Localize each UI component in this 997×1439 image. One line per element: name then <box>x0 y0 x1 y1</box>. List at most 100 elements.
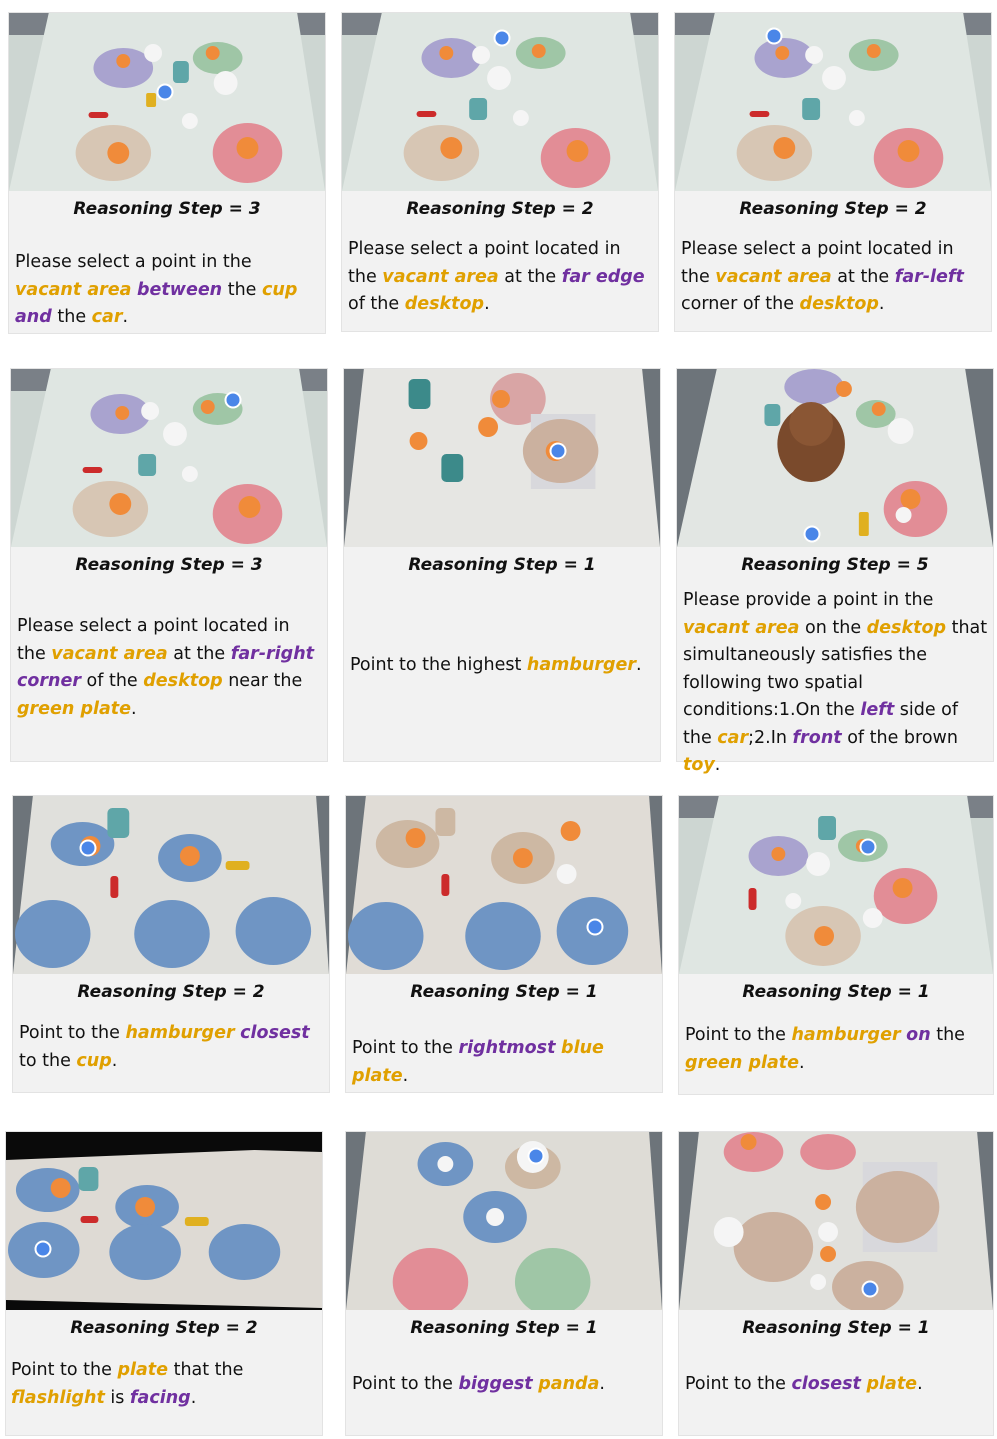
reasoning-step-label: Reasoning Step = 2 <box>70 1318 258 1338</box>
instruction-fragment: . <box>131 698 137 719</box>
object-keyword: desktop <box>143 671 223 691</box>
spatial-keyword: rightmost <box>458 1038 556 1058</box>
reasoning-step-label: Reasoning Step = 1 <box>742 982 930 1002</box>
target-point-marker <box>861 1280 879 1298</box>
target-point-marker <box>859 838 877 856</box>
instruction-fragment: on the <box>799 617 867 638</box>
instruction-fragment: is <box>104 1387 130 1408</box>
object-keyword: cup <box>262 279 298 300</box>
instruction-fragment: . <box>714 755 721 775</box>
object-keyword: car <box>717 727 749 748</box>
instruction-fragment: corner of the <box>681 294 800 314</box>
instruction-text: Point to the biggest panda. <box>352 1371 657 1399</box>
object-keyword: car <box>91 307 123 327</box>
spatial-keyword: closest <box>240 1023 310 1043</box>
instruction-fragment: the <box>222 279 262 300</box>
instruction-fragment: Point to the <box>685 1374 792 1394</box>
example-card-4: Reasoning Step = 3 Please select a point… <box>10 368 328 762</box>
spatial-keyword: between <box>137 279 223 300</box>
instruction-fragment: . <box>599 1374 605 1394</box>
target-point-marker <box>493 29 511 47</box>
reasoning-step-label: Reasoning Step = 2 <box>406 199 594 219</box>
example-card-5: Reasoning Step = 1 Point to the highest … <box>343 368 661 762</box>
scene-image <box>679 796 993 974</box>
instruction-text: Please select a point located in the vac… <box>681 236 986 319</box>
example-card-2: Reasoning Step = 2 Please select a point… <box>341 12 659 332</box>
instruction-fragment: of the brown <box>841 727 958 748</box>
instruction-fragment: Please provide a point in the <box>683 590 934 610</box>
scene-image <box>679 1132 993 1310</box>
instruction-fragment: Please select a point in the <box>15 252 252 272</box>
object-keyword: plate <box>866 1374 918 1394</box>
target-point-marker <box>79 839 97 857</box>
spatial-keyword: left <box>860 700 895 720</box>
example-card-8: Reasoning Step = 1 Point to the rightmos… <box>345 795 663 1093</box>
instruction-fragment: Point to the <box>19 1023 126 1043</box>
reasoning-step-label: Reasoning Step = 1 <box>410 1318 598 1338</box>
scene-image <box>675 13 991 191</box>
instruction-fragment: that the <box>168 1360 244 1380</box>
spatial-keyword: closest <box>791 1374 861 1394</box>
instruction-text: Point to the closest plate. <box>685 1371 990 1399</box>
target-point-marker <box>34 1240 52 1258</box>
instruction-fragment: Point to the <box>352 1038 459 1058</box>
reasoning-step-label: Reasoning Step = 1 <box>410 982 598 1002</box>
spatial-keyword: facing <box>129 1387 191 1408</box>
scene-image <box>346 1132 662 1310</box>
object-keyword: hamburger <box>125 1023 235 1043</box>
object-keyword: desktop <box>799 294 879 314</box>
reasoning-step-label: Reasoning Step = 2 <box>739 199 927 219</box>
instruction-fragment: at the <box>831 266 895 287</box>
instruction-text: Point to the hamburger on the green plat… <box>685 1022 990 1077</box>
reasoning-step-label: Reasoning Step = 1 <box>408 555 596 575</box>
target-point-marker <box>586 918 604 936</box>
target-point-marker <box>803 525 821 543</box>
example-card-10: Reasoning Step = 2 Point to the plate th… <box>5 1131 323 1436</box>
instruction-fragment: . <box>190 1387 197 1408</box>
example-card-3: Reasoning Step = 2 Please select a point… <box>674 12 992 332</box>
instruction-fragment: . <box>484 294 490 314</box>
target-point-marker <box>156 83 174 101</box>
instruction-text: Point to the highest hamburger. <box>350 652 655 680</box>
object-keyword: green plate <box>685 1052 800 1073</box>
instruction-text: Please select a point in the vacant area… <box>15 249 320 332</box>
scene-image <box>11 369 327 547</box>
instruction-fragment: the <box>51 307 92 327</box>
example-card-12: Reasoning Step = 1 Point to the closest … <box>678 1131 994 1436</box>
object-keyword: vacant area <box>51 643 168 664</box>
instruction-fragment: Point to the <box>11 1360 118 1380</box>
instruction-text: Point to the plate that the flashlight i… <box>11 1357 323 1412</box>
instruction-fragment: Point to the <box>352 1374 459 1394</box>
instruction-fragment: . <box>917 1374 923 1394</box>
object-keyword: vacant area <box>382 266 499 287</box>
instruction-fragment: Point to the highest <box>350 655 527 675</box>
spatial-keyword: on <box>906 1025 931 1045</box>
example-card-7: Reasoning Step = 2 Point to the hamburge… <box>12 795 330 1093</box>
target-point-marker <box>765 27 783 45</box>
instruction-fragment: . <box>111 1050 118 1071</box>
instruction-text: Please select a point located in the vac… <box>348 236 653 319</box>
spatial-keyword: far-left <box>894 266 964 287</box>
instruction-fragment: near the <box>222 671 303 691</box>
scene-image <box>344 369 660 547</box>
scene-image <box>13 796 329 974</box>
reasoning-step-label: Reasoning Step = 5 <box>741 555 929 575</box>
target-point-marker <box>527 1147 545 1165</box>
instruction-fragment: Point to the <box>685 1025 792 1045</box>
instruction-fragment: at the <box>498 266 562 287</box>
figure-grid: { "cards": [ {"step": "Reasoning Step = … <box>0 0 997 1439</box>
object-keyword: vacant area <box>683 617 800 638</box>
example-card-1: Reasoning Step = 3 Please select a point… <box>8 12 326 334</box>
scene-image <box>677 369 993 547</box>
instruction-fragment: the <box>930 1025 965 1045</box>
object-keyword: green plate <box>17 698 132 719</box>
scene-image <box>6 1132 322 1310</box>
spatial-keyword: and <box>15 307 52 327</box>
instruction-text: Please provide a point in the vacant are… <box>683 587 991 780</box>
scene-image <box>9 13 325 191</box>
instruction-fragment: of the <box>348 294 405 314</box>
instruction-text: Please select a point located in the vac… <box>17 613 322 723</box>
reasoning-step-label: Reasoning Step = 3 <box>73 199 261 219</box>
object-keyword: vacant area <box>715 266 832 287</box>
instruction-fragment: . <box>402 1065 409 1086</box>
